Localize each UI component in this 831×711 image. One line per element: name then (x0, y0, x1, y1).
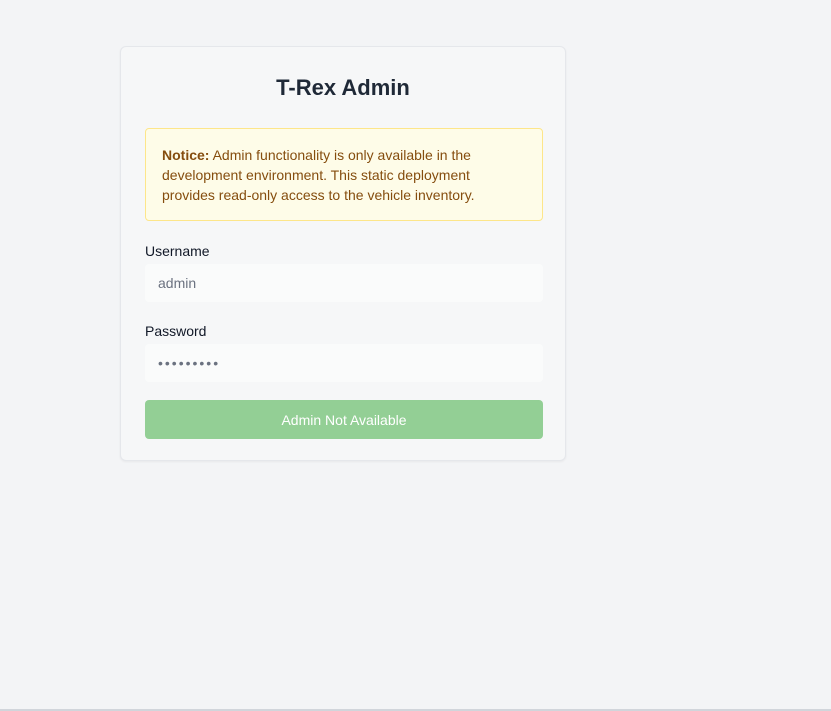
password-label: Password (145, 323, 207, 339)
notice-banner: Notice: Admin functionality is only avai… (145, 128, 543, 221)
username-input[interactable]: admin (145, 264, 543, 302)
login-card: T-Rex Admin Notice: Admin functionality … (120, 46, 566, 461)
page-title: T-Rex Admin (276, 75, 410, 100)
username-label: Username (145, 243, 210, 259)
notice-label: Notice: (162, 147, 210, 163)
admin-submit-button[interactable]: Admin Not Available (145, 400, 543, 439)
password-input[interactable]: ••••••••• (145, 344, 543, 382)
notice-message: Admin functionality is only available in… (162, 147, 475, 203)
page-body: { "card": { "title": "T-Rex Admin", "not… (0, 0, 831, 711)
